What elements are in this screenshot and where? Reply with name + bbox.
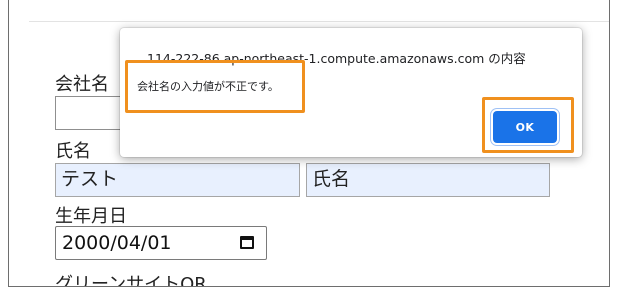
dob-value: 2000/04/01 xyxy=(62,232,172,254)
divider xyxy=(29,21,609,22)
last-name-field[interactable]: テスト xyxy=(55,163,300,197)
first-name-field[interactable]: 氏名 xyxy=(306,163,550,197)
company-label: 会社名 xyxy=(55,74,109,95)
dob-date-input[interactable]: 2000/04/01 xyxy=(55,226,267,260)
name-label: 氏名 xyxy=(55,141,91,162)
message-highlight-box xyxy=(125,60,305,113)
green-site-label: グリーンサイトQR xyxy=(55,274,207,287)
ok-highlight-box xyxy=(482,97,574,153)
dob-label: 生年月日 xyxy=(55,206,127,227)
calendar-icon[interactable] xyxy=(240,236,254,249)
